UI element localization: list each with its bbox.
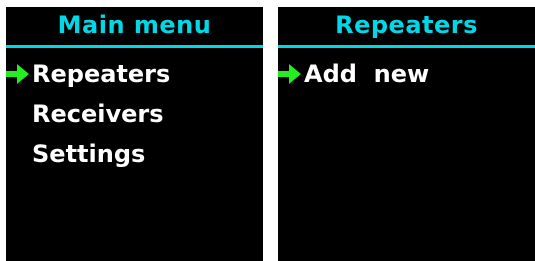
menu-item-label: Add new (304, 60, 430, 88)
menu-item-add-new[interactable]: Add new (278, 59, 535, 99)
repeaters-menu-list: Add new (278, 59, 535, 99)
menu-item-label: Receivers (32, 100, 164, 128)
main-menu-title: Main menu (57, 11, 212, 39)
arrow-right-icon (278, 64, 301, 84)
main-menu-list: Repeaters Receivers Settings (6, 59, 263, 179)
menu-item-label: Repeaters (32, 60, 171, 88)
menu-item-label: Settings (32, 140, 146, 168)
main-menu-screen: Main menu Repeaters Receivers Settings (6, 7, 263, 261)
arrow-right-icon (6, 64, 29, 84)
title-divider (278, 45, 535, 48)
title-divider (6, 45, 263, 48)
repeaters-title: Repeaters (335, 11, 478, 39)
menu-item-receivers[interactable]: Receivers (6, 99, 263, 139)
menu-item-settings[interactable]: Settings (6, 139, 263, 179)
menu-item-repeaters[interactable]: Repeaters (6, 59, 263, 99)
repeaters-screen: Repeaters Add new (278, 7, 535, 261)
